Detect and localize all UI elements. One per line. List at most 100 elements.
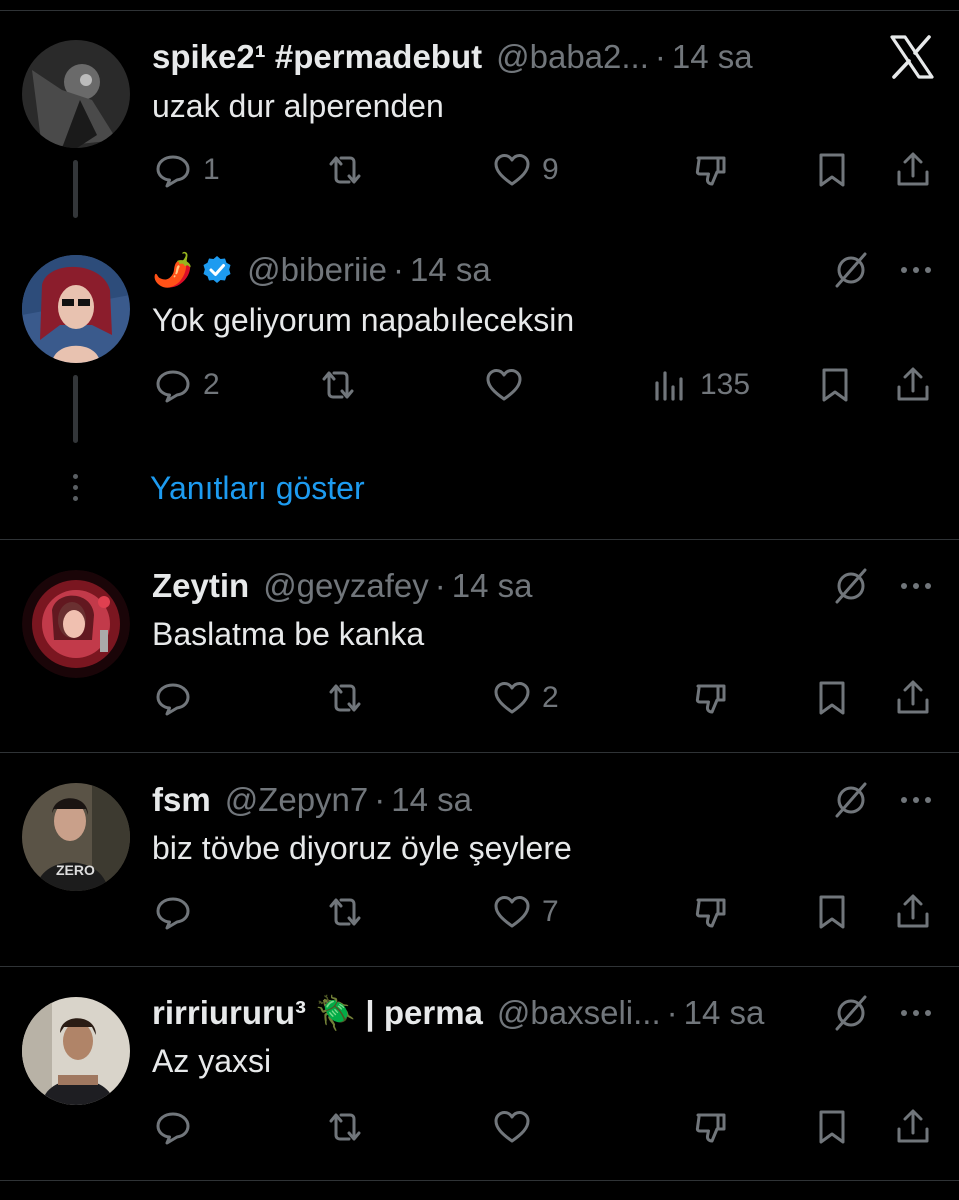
retweet-icon	[329, 156, 361, 184]
thumbs-down-icon	[695, 1113, 726, 1143]
retweet-button[interactable]	[325, 1102, 365, 1152]
share-button[interactable]	[893, 360, 933, 410]
separator-dot: ·	[666, 994, 678, 1031]
dislike-button[interactable]	[692, 1102, 732, 1152]
reply-icon	[156, 897, 190, 930]
display-name[interactable]: spike2¹ #permadebut	[152, 38, 482, 76]
avatar[interactable]	[22, 570, 130, 678]
handle[interactable]: @Zepyn7	[225, 781, 369, 819]
bookmark-button[interactable]	[812, 1102, 852, 1152]
tweet-header: rirriururu³ 🪲 | perma @baxseli... · 14 s…	[152, 991, 764, 1035]
share-icon	[897, 894, 929, 928]
share-icon	[897, 680, 929, 714]
show-replies-link[interactable]: Yanıtları göster	[150, 470, 365, 507]
avatar[interactable]: ZERO	[22, 783, 130, 891]
share-button[interactable]	[893, 673, 933, 723]
dislike-button[interactable]	[692, 145, 732, 195]
timestamp[interactable]: 14 sa	[452, 567, 533, 605]
avatar[interactable]	[22, 255, 130, 363]
retweet-icon	[329, 898, 361, 926]
tweet-text: Baslatma be kanka	[152, 616, 425, 652]
handle[interactable]: @geyzafey	[263, 567, 429, 605]
like-count: 2	[542, 681, 559, 714]
thumbs-down-icon	[695, 156, 726, 186]
bookmark-icon	[819, 1110, 845, 1144]
separator-dot: ·	[393, 251, 404, 288]
like-button[interactable]: 9	[492, 145, 559, 195]
share-button[interactable]	[893, 1102, 933, 1152]
retweet-button[interactable]	[325, 145, 365, 195]
timestamp[interactable]: 14 sa	[410, 251, 491, 289]
tweet-header: spike2¹ #permadebut @baba2... · 14 sa	[152, 35, 753, 79]
bookmark-icon	[822, 368, 848, 402]
tweet-text: Yok geliyorum napabıleceksin	[152, 302, 575, 338]
bookmark-button[interactable]	[812, 673, 852, 723]
heart-icon	[494, 1111, 530, 1143]
action-bar	[0, 1102, 959, 1152]
more-options-icon[interactable]	[896, 566, 936, 606]
tweet-1[interactable]: spike2¹ #permadebut @baba2... · 14 sa uz…	[0, 0, 959, 230]
display-name[interactable]: Zeytin	[152, 567, 249, 605]
timestamp[interactable]: 14 sa	[684, 994, 765, 1032]
avatar[interactable]	[22, 997, 130, 1105]
display-name[interactable]: rirriururu³ 🪲 | perma	[152, 994, 483, 1033]
action-bar: 2	[0, 673, 959, 723]
like-button[interactable]: 2	[492, 673, 559, 723]
heart-icon	[494, 896, 530, 928]
tweet-header: Zeytin @geyzafey · 14 sa	[152, 564, 533, 608]
reply-button[interactable]	[153, 887, 193, 937]
retweet-icon	[329, 684, 361, 712]
reply-button[interactable]: 1	[153, 145, 220, 195]
share-button[interactable]	[893, 887, 933, 937]
handle[interactable]: @baba2...	[496, 38, 649, 76]
timestamp[interactable]: 14 sa	[672, 38, 753, 76]
grok-icon[interactable]	[831, 250, 871, 290]
bookmark-button[interactable]	[812, 145, 852, 195]
thread-continuation-dots	[72, 474, 80, 507]
bookmark-icon	[819, 895, 845, 929]
dislike-button[interactable]	[692, 887, 732, 937]
timestamp[interactable]: 14 sa	[391, 781, 472, 819]
retweet-button[interactable]	[318, 360, 358, 410]
tweet-3[interactable]: Zeytin @geyzafey · 14 sa Baslatma be kan…	[0, 540, 959, 752]
dislike-button[interactable]	[692, 673, 732, 723]
display-name[interactable]: fsm	[152, 781, 211, 819]
like-button[interactable]: 7	[492, 887, 559, 937]
reply-count: 2	[203, 368, 220, 401]
retweet-button[interactable]	[325, 887, 365, 937]
like-button[interactable]	[484, 360, 524, 410]
grok-icon[interactable]	[831, 566, 871, 606]
thumbs-down-icon	[695, 684, 726, 714]
bookmark-icon	[819, 153, 845, 187]
reply-button[interactable]	[153, 673, 193, 723]
handle[interactable]: @biberiie	[247, 251, 387, 289]
bookmark-button[interactable]	[812, 887, 852, 937]
handle[interactable]: @baxseli...	[497, 994, 661, 1032]
heart-icon	[494, 154, 530, 186]
tweet-header: fsm @Zepyn7 · 14 sa	[152, 778, 472, 822]
heart-icon	[486, 369, 522, 401]
share-button[interactable]	[893, 145, 933, 195]
reply-count: 1	[203, 153, 220, 186]
tweet-2[interactable]: 🌶️ @biberiie · 14 sa Yok geliyorum napab…	[0, 230, 959, 540]
more-options-icon[interactable]	[896, 993, 936, 1033]
tweet-4[interactable]: ZERO fsm @Zepyn7 · 14 sa biz tövbe diyor…	[0, 753, 959, 966]
thumbs-down-icon	[695, 898, 726, 928]
like-button[interactable]	[492, 1102, 532, 1152]
svg-text:ZERO: ZERO	[56, 862, 95, 878]
like-count: 9	[542, 153, 559, 186]
bookmark-button[interactable]	[815, 360, 855, 410]
display-name[interactable]: 🌶️	[152, 251, 193, 290]
tweet-5[interactable]: rirriururu³ 🪲 | perma @baxseli... · 14 s…	[0, 967, 959, 1180]
views-button[interactable]: 135	[650, 360, 750, 410]
tweet-text: uzak dur alperenden	[152, 88, 444, 124]
more-options-icon[interactable]	[896, 780, 936, 820]
grok-icon[interactable]	[831, 993, 871, 1033]
avatar[interactable]	[22, 40, 130, 148]
reply-button[interactable]	[153, 1102, 193, 1152]
more-options-icon[interactable]	[896, 250, 936, 290]
action-bar: 1 9	[0, 145, 959, 195]
grok-icon[interactable]	[831, 780, 871, 820]
retweet-button[interactable]	[325, 673, 365, 723]
reply-button[interactable]: 2	[153, 360, 220, 410]
